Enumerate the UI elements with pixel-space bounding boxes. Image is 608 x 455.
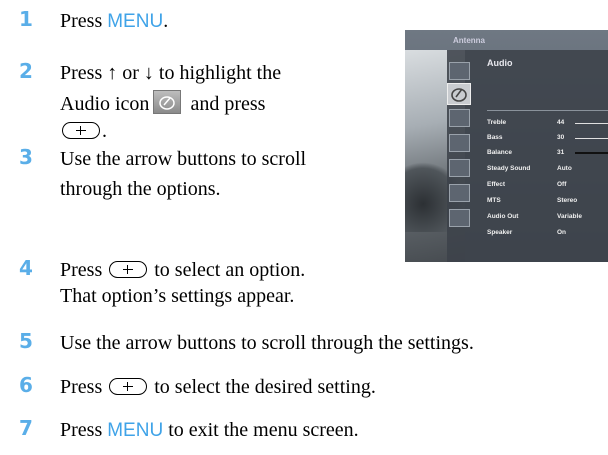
step-text-part: and press xyxy=(185,93,266,115)
channel-icon xyxy=(449,134,470,152)
screen-icon xyxy=(449,109,470,127)
setting-label: Treble xyxy=(487,119,507,126)
setting-label: MTS xyxy=(487,197,501,204)
step-number: 2 xyxy=(19,59,33,83)
tv-audio-menu-screenshot: Antenna Audio Treble 44 Bass 30 Balance 31 … xyxy=(405,30,608,262)
step-text: Audio icon and press xyxy=(60,90,265,117)
enter-button-icon xyxy=(109,261,148,278)
enter-button-icon xyxy=(62,122,100,139)
setting-row: Speaker On xyxy=(487,229,607,239)
step-text: Press ↑ or ↓ to highlight the xyxy=(60,62,282,84)
menu-divider xyxy=(487,110,608,111)
setting-label: Speaker xyxy=(487,229,513,236)
step-text: through the options. xyxy=(60,178,221,200)
level-bar xyxy=(575,123,608,124)
enter-button-icon xyxy=(109,378,148,395)
step-number: 3 xyxy=(19,145,33,169)
setting-value: On xyxy=(557,229,567,236)
setting-value: Variable xyxy=(557,213,582,220)
level-bar xyxy=(575,138,608,139)
setting-label: Balance xyxy=(487,149,512,156)
step-number: 7 xyxy=(19,416,33,440)
audio-icon xyxy=(447,83,471,105)
parental-lock-icon xyxy=(449,159,470,177)
step-text-part: Press xyxy=(60,376,103,398)
step-text-part: Press xyxy=(60,10,108,32)
setting-row: Effect Off xyxy=(487,181,607,191)
step-text-part: Press xyxy=(60,259,103,281)
step-text: Press to select an option. xyxy=(60,257,305,283)
step-text: Press MENU. xyxy=(60,8,168,35)
setting-label: Steady Sound xyxy=(487,165,531,172)
step-number: 6 xyxy=(19,373,33,397)
input-label: Antenna xyxy=(453,36,485,45)
step-number: 5 xyxy=(19,329,33,353)
setting-value: 30 xyxy=(557,134,565,141)
step-text: . xyxy=(60,118,107,144)
applications-icon xyxy=(449,209,470,227)
setting-row: Treble 44 xyxy=(487,119,608,129)
step-text: Use the arrow buttons to scroll through … xyxy=(60,332,474,354)
step-number: 4 xyxy=(19,256,33,280)
setting-row: Steady Sound Auto xyxy=(487,165,607,175)
step-text: Use the arrow buttons to scroll xyxy=(60,148,307,170)
setup-icon xyxy=(449,184,470,202)
setting-value: Off xyxy=(557,181,567,188)
level-bar xyxy=(575,152,608,154)
setting-row: MTS Stereo xyxy=(487,197,607,207)
menu-button-label: MENU xyxy=(107,420,164,441)
setting-value: 31 xyxy=(557,149,565,156)
step-text-part: Audio icon xyxy=(60,93,150,115)
setting-row: Audio Out Variable xyxy=(487,213,607,223)
step-text-part: to select an option. xyxy=(149,259,306,281)
step-text: That option’s settings appear. xyxy=(60,285,295,307)
step-text-part: to select the desired setting. xyxy=(149,376,376,398)
setting-label: Bass xyxy=(487,134,503,141)
setting-value: Stereo xyxy=(557,197,578,204)
setting-label: Audio Out xyxy=(487,213,519,220)
step-text-part: to exit the menu screen. xyxy=(163,419,359,441)
menu-button-label: MENU xyxy=(107,11,164,32)
step-text-part: . xyxy=(163,10,169,32)
step-text: Press MENU to exit the menu screen. xyxy=(60,417,359,444)
setting-value: Auto xyxy=(557,165,572,172)
step-number: 1 xyxy=(19,7,33,31)
step-text-part: Press xyxy=(60,419,108,441)
picture-icon xyxy=(449,62,470,80)
audio-icon xyxy=(153,90,182,114)
setting-label: Effect xyxy=(487,181,506,188)
setting-value: 44 xyxy=(557,119,565,126)
setting-row: Bass 30 xyxy=(487,134,608,144)
setting-row: Balance 31 xyxy=(487,149,608,159)
menu-title: Audio xyxy=(487,58,513,68)
step-text: Press to select the desired setting. xyxy=(60,374,376,400)
